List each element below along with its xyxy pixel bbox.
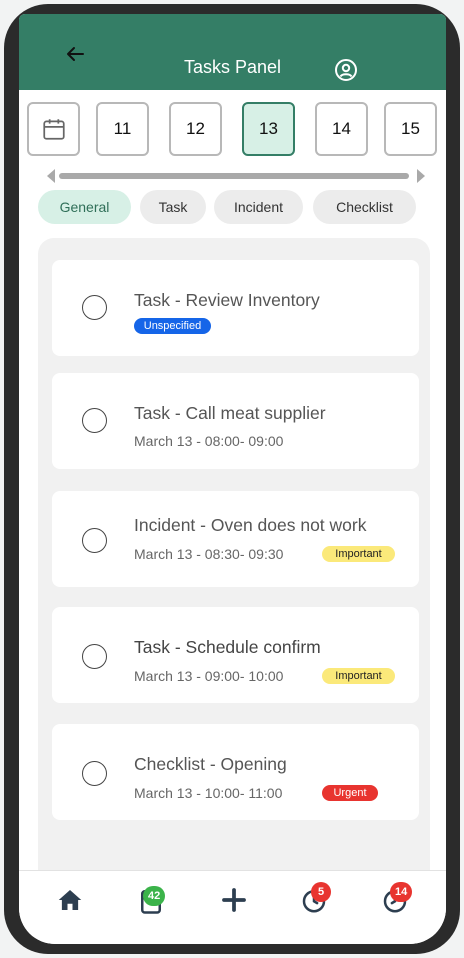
status-badge: Unspecified <box>134 318 211 334</box>
scroll-thumb[interactable] <box>59 173 409 179</box>
task-time: March 13 - 08:30- 09:30 <box>134 546 284 562</box>
task-time: March 13 - 09:00- 10:00 <box>134 668 284 684</box>
calendar-button[interactable] <box>27 102 80 156</box>
filter-chip-general[interactable]: General <box>38 190 131 224</box>
clock-count-badge: 5 <box>311 882 331 902</box>
scroll-left-icon[interactable] <box>47 169 55 183</box>
app-header: Tasks Panel <box>19 14 446 90</box>
page-title: Tasks Panel <box>183 57 282 77</box>
bottom-nav: 42 5 14 <box>19 870 446 944</box>
calendar-icon <box>42 119 65 140</box>
filter-chip-checklist[interactable]: Checklist <box>313 190 416 224</box>
task-time: March 13 - 08:00- 09:00 <box>134 433 284 449</box>
task-list: Task - Review Inventory Unspecified Task… <box>38 238 430 888</box>
date-scrollbar[interactable] <box>47 169 427 183</box>
date-13[interactable]: 13 <box>242 102 295 156</box>
task-card[interactable]: Task - Review Inventory Unspecified <box>52 260 419 356</box>
date-15[interactable]: 15 <box>384 102 437 156</box>
task-title: Task - Review Inventory <box>134 290 320 310</box>
date-11[interactable]: 11 <box>96 102 149 156</box>
task-card[interactable]: Task - Call meat supplier March 13 - 08:… <box>52 373 419 469</box>
status-badge: Urgent <box>322 785 378 801</box>
plus-icon[interactable] <box>219 885 249 915</box>
task-card[interactable]: Checklist - Opening March 13 - 10:00- 11… <box>52 724 419 820</box>
task-checkbox[interactable] <box>82 644 107 669</box>
task-checkbox[interactable] <box>82 761 107 786</box>
history-count-badge: 14 <box>390 882 413 902</box>
task-checkbox[interactable] <box>82 295 107 320</box>
task-title: Checklist - Opening <box>134 754 287 774</box>
task-title: Task - Schedule confirm <box>134 637 321 657</box>
date-12[interactable]: 12 <box>169 102 222 156</box>
filter-chip-incident[interactable]: Incident <box>214 190 303 224</box>
task-checkbox[interactable] <box>82 528 107 553</box>
user-circle-icon[interactable] <box>334 58 358 82</box>
task-card[interactable]: Incident - Oven does not work March 13 -… <box>52 491 419 587</box>
date-selector: 11 12 13 14 15 <box>27 102 446 158</box>
task-card[interactable]: Task - Schedule confirm March 13 - 09:00… <box>52 607 419 703</box>
status-badge: Important <box>322 546 395 562</box>
task-title: Task - Call meat supplier <box>134 403 326 423</box>
filter-chip-task[interactable]: Task <box>140 190 206 224</box>
date-14[interactable]: 14 <box>315 102 368 156</box>
task-checkbox[interactable] <box>82 408 107 433</box>
task-title: Incident - Oven does not work <box>134 515 367 535</box>
task-time: March 13 - 10:00- 11:00 <box>134 785 283 801</box>
home-icon[interactable] <box>55 885 85 915</box>
status-badge: Important <box>322 668 395 684</box>
app-screen: Tasks Panel 11 12 13 14 15 General Task … <box>19 14 446 944</box>
clipboard-count-badge: 42 <box>143 886 166 906</box>
scroll-right-icon[interactable] <box>417 169 425 183</box>
